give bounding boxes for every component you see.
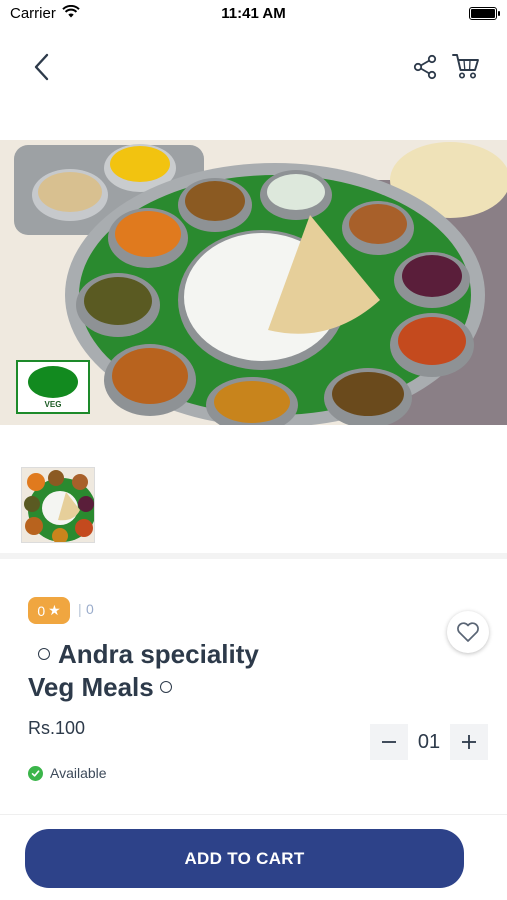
decrement-button[interactable] [370, 724, 408, 760]
quantity-value: 01 [417, 730, 441, 753]
share-icon [413, 54, 437, 80]
quantity-stepper: 01 [370, 723, 488, 761]
rating-badge: 0 ★ [28, 597, 70, 624]
footer-divider [0, 814, 507, 815]
veg-indicator-icon [159, 681, 172, 694]
title-line1: Andra speciality [58, 639, 259, 669]
favorite-button[interactable] [447, 611, 489, 653]
battery-icon [469, 7, 500, 20]
star-icon: ★ [48, 602, 61, 618]
availability-label: Available [50, 765, 107, 781]
section-divider [0, 553, 507, 559]
share-button[interactable] [408, 50, 442, 84]
availability-status: Available [28, 765, 107, 781]
heart-icon [457, 622, 479, 642]
rating-value: 0 [37, 602, 46, 619]
add-to-cart-button[interactable]: ADD TO CART [25, 829, 464, 888]
image-thumbnail[interactable] [21, 467, 95, 543]
veg-label: VEG [44, 399, 62, 409]
plus-icon [462, 735, 476, 749]
cart-button[interactable] [448, 48, 484, 84]
check-circle-icon [28, 765, 43, 781]
chevron-left-icon [34, 53, 49, 81]
status-bar: Carrier 11:41 AM [0, 0, 507, 28]
rating-count: 0 [86, 601, 94, 617]
minus-icon [382, 741, 396, 743]
title-line2: Veg Meals [28, 672, 154, 702]
increment-button[interactable] [450, 724, 488, 760]
clock: 11:41 AM [221, 5, 286, 22]
rating-separator: | [78, 601, 82, 617]
veg-indicator-icon [38, 648, 50, 661]
veg-badge: VEG [16, 360, 90, 414]
product-price: Rs.100 [28, 718, 86, 738]
back-button[interactable] [24, 50, 58, 84]
veg-dot-icon [28, 365, 78, 398]
cart-icon [452, 54, 479, 79]
product-title: Andra speciality Veg Meals [28, 638, 328, 704]
